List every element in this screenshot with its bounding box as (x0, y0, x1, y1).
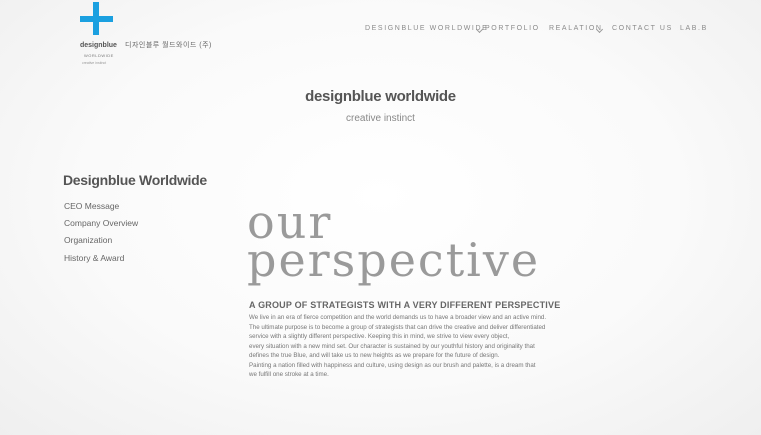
logo-name: designblue (80, 42, 117, 49)
nav-item-contact-us[interactable]: CONTACT US (612, 25, 673, 32)
sidebar-title: Designblue Worldwide (63, 172, 207, 188)
body-line: defines the true Blue, and will take us … (249, 352, 500, 359)
nav-item-realation[interactable]: REALATION (549, 25, 603, 32)
section-headline: A GROUP OF STRATEGISTS WITH A VERY DIFFE… (249, 300, 561, 310)
sidebar-item-company-overview[interactable]: Company Overview (64, 218, 138, 228)
nav-item-portfolio[interactable]: PORTFOLIO (485, 25, 540, 32)
logo-tagline: creative instinct (82, 61, 107, 65)
nav-item-designblue-worldwide[interactable]: DESIGNBLUE WORLDWIDE (365, 25, 488, 32)
body-line: The ultimate purpose is to become a grou… (249, 323, 546, 331)
sidebar-item-organization[interactable]: Organization (64, 235, 112, 245)
body-paragraph: We live in an era of fierce competition … (249, 313, 609, 380)
plus-logo-icon (80, 2, 113, 35)
sidebar-item-ceo-message[interactable]: CEO Message (64, 201, 119, 211)
heading-perspective: perspective (247, 233, 541, 287)
body-line: service with a slightly different perspe… (249, 333, 510, 340)
sidebar-item-history-award[interactable]: History & Award (64, 253, 124, 263)
body-line: Painting a nation filled with happiness … (249, 361, 536, 369)
page-subtitle: creative instinct (346, 113, 415, 124)
nav-item-lab-b[interactable]: LAB.B (680, 25, 708, 32)
page-title: designblue worldwide (305, 88, 456, 105)
company-name-korean: 디자인블루 월드와이드 (주) (125, 42, 212, 49)
logo-subtitle: WORLDWIDE (84, 53, 114, 58)
logo[interactable]: designblue WORLDWIDE creative instinct (80, 2, 120, 65)
body-line: we fulfill one stroke at a time. (249, 371, 329, 378)
body-line: every situation with a new mind set. Our… (249, 342, 535, 350)
body-line: We live in an era of fierce competition … (249, 314, 547, 321)
